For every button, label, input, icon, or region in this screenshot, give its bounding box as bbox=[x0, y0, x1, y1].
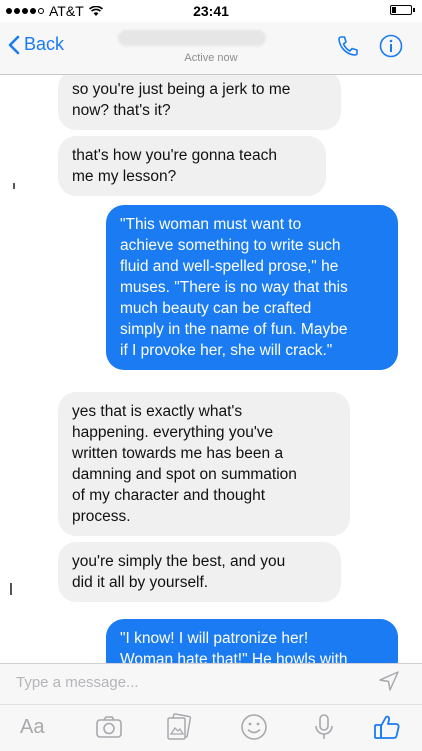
battery-icon bbox=[390, 5, 415, 15]
microphone-icon[interactable] bbox=[312, 712, 336, 742]
message-input[interactable]: Type a message... bbox=[16, 674, 139, 691]
contact-name-redacted bbox=[118, 30, 266, 46]
emoji-icon[interactable] bbox=[240, 712, 268, 742]
incoming-message: so you're just being a jerk to me now? t… bbox=[58, 75, 341, 130]
message-list[interactable]: so you're just being a jerk to me now? t… bbox=[0, 75, 422, 663]
conversation-header: Back Active now bbox=[0, 22, 422, 75]
incoming-message: that's how you're gonna teach me my less… bbox=[58, 136, 326, 196]
composer: Type a message... Aa bbox=[0, 663, 422, 751]
timestamp-mark bbox=[13, 183, 15, 189]
toolbar-divider bbox=[0, 704, 422, 705]
outgoing-message: "I know! I will patronize her! Woman hat… bbox=[106, 619, 398, 663]
photo-icon[interactable] bbox=[165, 712, 193, 742]
camera-icon[interactable] bbox=[94, 712, 124, 742]
send-icon[interactable] bbox=[378, 670, 400, 692]
phone-icon[interactable] bbox=[336, 34, 360, 58]
info-icon[interactable] bbox=[379, 34, 403, 58]
text-format-button[interactable]: Aa bbox=[20, 712, 44, 742]
incoming-message: yes that is exactly what's happening. ev… bbox=[58, 392, 350, 536]
like-icon[interactable] bbox=[372, 712, 402, 742]
outgoing-message: "This woman must want to achieve somethi… bbox=[106, 205, 398, 370]
status-bar: AT&T 23:41 bbox=[0, 0, 422, 22]
clock: 23:41 bbox=[193, 3, 229, 19]
timestamp-mark bbox=[10, 583, 12, 595]
incoming-message: you're simply the best, and you did it a… bbox=[58, 542, 341, 602]
